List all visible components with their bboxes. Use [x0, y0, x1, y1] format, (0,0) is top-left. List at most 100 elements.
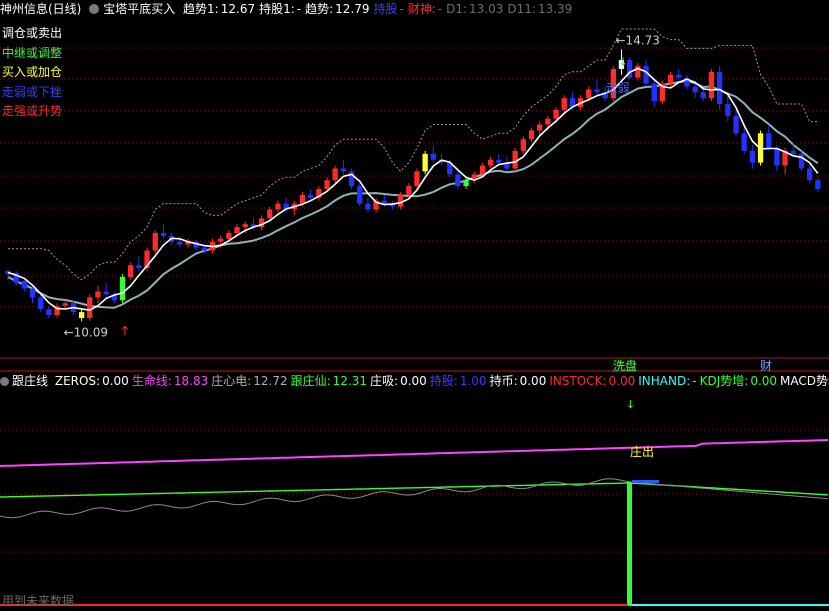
candle-body-28: [234, 227, 240, 233]
candle-body-51: [422, 153, 428, 172]
candle-body-40: [332, 168, 338, 181]
candle-body-49: [406, 186, 412, 195]
candle-body-39: [324, 180, 330, 189]
candle-body-60: [496, 159, 502, 163]
buy-arrow-icon: ↑: [120, 324, 131, 339]
candle-body-64: [528, 130, 535, 140]
sub-item-label-3: 跟庄仙:: [290, 374, 331, 388]
candle-body-15: [128, 265, 134, 277]
candle-body-99: [815, 180, 821, 189]
candle-body-72: [594, 89, 600, 93]
candle-body-66: [545, 118, 551, 125]
candle-body-10: [87, 297, 93, 318]
sub-item-value-3: 12.31: [332, 374, 368, 388]
candle-body-2: [21, 281, 27, 289]
candle-body-81: [667, 74, 674, 84]
candle-body-36: [299, 194, 306, 204]
candle-body-71: [586, 89, 592, 99]
candle-body-84: [692, 86, 698, 93]
low-price-label: ←10.09: [64, 325, 108, 339]
candle-body-67: [553, 109, 559, 119]
candle-body-24: [201, 247, 207, 251]
sell-arrow-icon: ↓: [619, 56, 628, 69]
candle-body-62: [512, 150, 518, 169]
candle-body-50: [414, 171, 420, 186]
sub-item-value-2: 12.72: [253, 374, 288, 388]
candle-body-98: [807, 168, 813, 181]
candle-body-65: [537, 124, 543, 131]
candle-body-16: [136, 265, 142, 269]
candle-body-19: [160, 232, 167, 236]
sub-item-label-1: 生命线:: [131, 374, 172, 388]
sub-indicator-name[interactable]: 跟庄线: [12, 374, 48, 388]
wash-signal-label: 洗盘: [613, 358, 637, 373]
candle-body-43: [357, 186, 363, 204]
candle-body-59: [488, 159, 494, 166]
cai-signal-label: 财: [760, 359, 772, 373]
sub-item-value-6: 0.00: [519, 374, 547, 388]
sub-item-value-0: 0.00: [102, 374, 129, 388]
candle-body-82: [676, 74, 682, 78]
candle-body-96: [790, 150, 796, 154]
candle-body-56: [463, 180, 469, 187]
candle-body-3: [29, 288, 36, 298]
sub-item-label-9: KDJ势增:: [699, 374, 749, 388]
sub-item-label-2: 庄心电:: [211, 374, 252, 388]
candle-body-18: [152, 232, 158, 251]
candle-body-87: [717, 71, 723, 104]
zhuang-chu-label: 庄出: [630, 445, 655, 459]
sub-item-label-10: MACD势增: [780, 374, 829, 388]
sub-item-label-8: INHAND:: [638, 374, 691, 388]
price-chart[interactable]: ←14.73 ←10.09 走弱 ↑ ↓ 洗盘 财 ↓: [0, 0, 829, 611]
candle-body-48: [398, 194, 404, 207]
candle-body-46: [381, 200, 387, 204]
high-price-label: ←14.73: [616, 34, 660, 48]
sub-item-label-4: 庄吸:: [370, 374, 399, 388]
candle-body-14: [119, 276, 126, 301]
sub-item-label-6: 持币:: [489, 374, 518, 388]
life-line: [0, 439, 829, 467]
candle-body-12: [103, 291, 109, 295]
candle-body-88: [725, 104, 731, 116]
candle-body-86: [708, 71, 715, 99]
candle-body-37: [308, 194, 314, 198]
candle-body-21: [177, 241, 183, 245]
candle-body-26: [218, 238, 224, 242]
sub-indicator-settings-icon[interactable]: [0, 377, 9, 386]
sub-item-value-7: 0.00: [608, 374, 636, 388]
future-data-warning: 用到未来数据: [2, 594, 75, 608]
sub-item-value-5: 1.00: [459, 374, 487, 388]
candle-body-4: [38, 297, 44, 310]
candle-body-58: [479, 165, 486, 175]
hold-marker: [632, 480, 659, 483]
candle-body-89: [733, 115, 739, 134]
candle-body-5: [46, 309, 52, 315]
sub-item-label-0: ZEROS:: [54, 374, 101, 388]
heart-line: [0, 478, 829, 519]
candle-body-44: [365, 203, 371, 210]
candle-body-7: [62, 303, 68, 306]
candle-body-93: [766, 133, 772, 148]
resistance-line: [8, 28, 818, 281]
candle-body-42: [348, 171, 355, 186]
candle-body-41: [340, 168, 346, 172]
sub-indicator-title-bar: 跟庄线 ZEROS: 0.00 生命线: 18.83 庄心电: 12.72 跟庄仙: 12.3…: [0, 374, 829, 388]
candle-body-68: [561, 98, 567, 110]
candle-body-29: [242, 224, 248, 228]
candle-body-33: [275, 203, 281, 210]
candle-body-27: [226, 232, 232, 239]
candle-body-97: [798, 153, 805, 169]
candle-body-9: [79, 312, 85, 318]
candle-body-79: [651, 83, 657, 102]
zhuang-bar: [627, 482, 632, 606]
candle-body-94: [774, 148, 780, 166]
sub-item-value-9: 0.00: [750, 374, 778, 388]
weak-signal-label: 走弱: [606, 81, 630, 95]
candle-body-32: [267, 209, 273, 219]
sub-item-value-4: 0.00: [400, 374, 427, 388]
sub-indicator-values: ZEROS: 0.00 生命线: 18.83 庄心电: 12.72 跟庄仙: 12.31 庄吸:…: [55, 374, 829, 388]
sub-item-value-8: -: [692, 374, 697, 388]
candle-body-63: [520, 139, 526, 151]
candle-body-90: [741, 133, 747, 151]
sub-down-arrow-icon: ↓: [626, 398, 635, 411]
